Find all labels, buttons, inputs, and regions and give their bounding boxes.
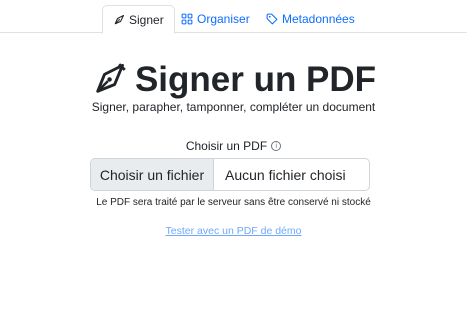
choose-file-button[interactable]: Choisir un fichier [91, 159, 214, 190]
page-subtitle: Signer, parapher, tamponner, compléter u… [91, 100, 376, 114]
demo-link-container: Tester avec un PDF de démo [0, 225, 467, 237]
upload-hint: Le PDF sera traité par le serveur sans ê… [96, 197, 371, 208]
tab-label: Signer [129, 12, 164, 27]
file-field-label: Choisir un PDF i [0, 139, 467, 153]
demo-pdf-link[interactable]: Tester avec un PDF de démo [166, 225, 302, 237]
page-title-text: Signer un PDF [134, 60, 377, 99]
pen-nib-icon [91, 62, 127, 98]
page-title: Signer un PDF [0, 60, 467, 100]
info-icon[interactable]: i [271, 141, 282, 151]
tab-organiser[interactable]: Organiser [171, 5, 260, 33]
nav-tabs: Signer Organiser Metadonnées [0, 0, 467, 34]
file-input[interactable]: Choisir un fichier Aucun fichier choisi [90, 158, 370, 191]
file-field-label-text: Choisir un PDF [185, 139, 268, 153]
grid-icon [181, 13, 193, 25]
file-name-display: Aucun fichier choisi [225, 166, 346, 183]
tab-label: Metadonnées [282, 12, 355, 26]
pen-nib-icon [113, 14, 125, 26]
tag-icon [266, 13, 278, 25]
tab-label: Organiser [197, 12, 250, 26]
tab-metadonnees[interactable]: Metadonnées [256, 5, 365, 33]
tab-signer[interactable]: Signer [102, 5, 175, 34]
